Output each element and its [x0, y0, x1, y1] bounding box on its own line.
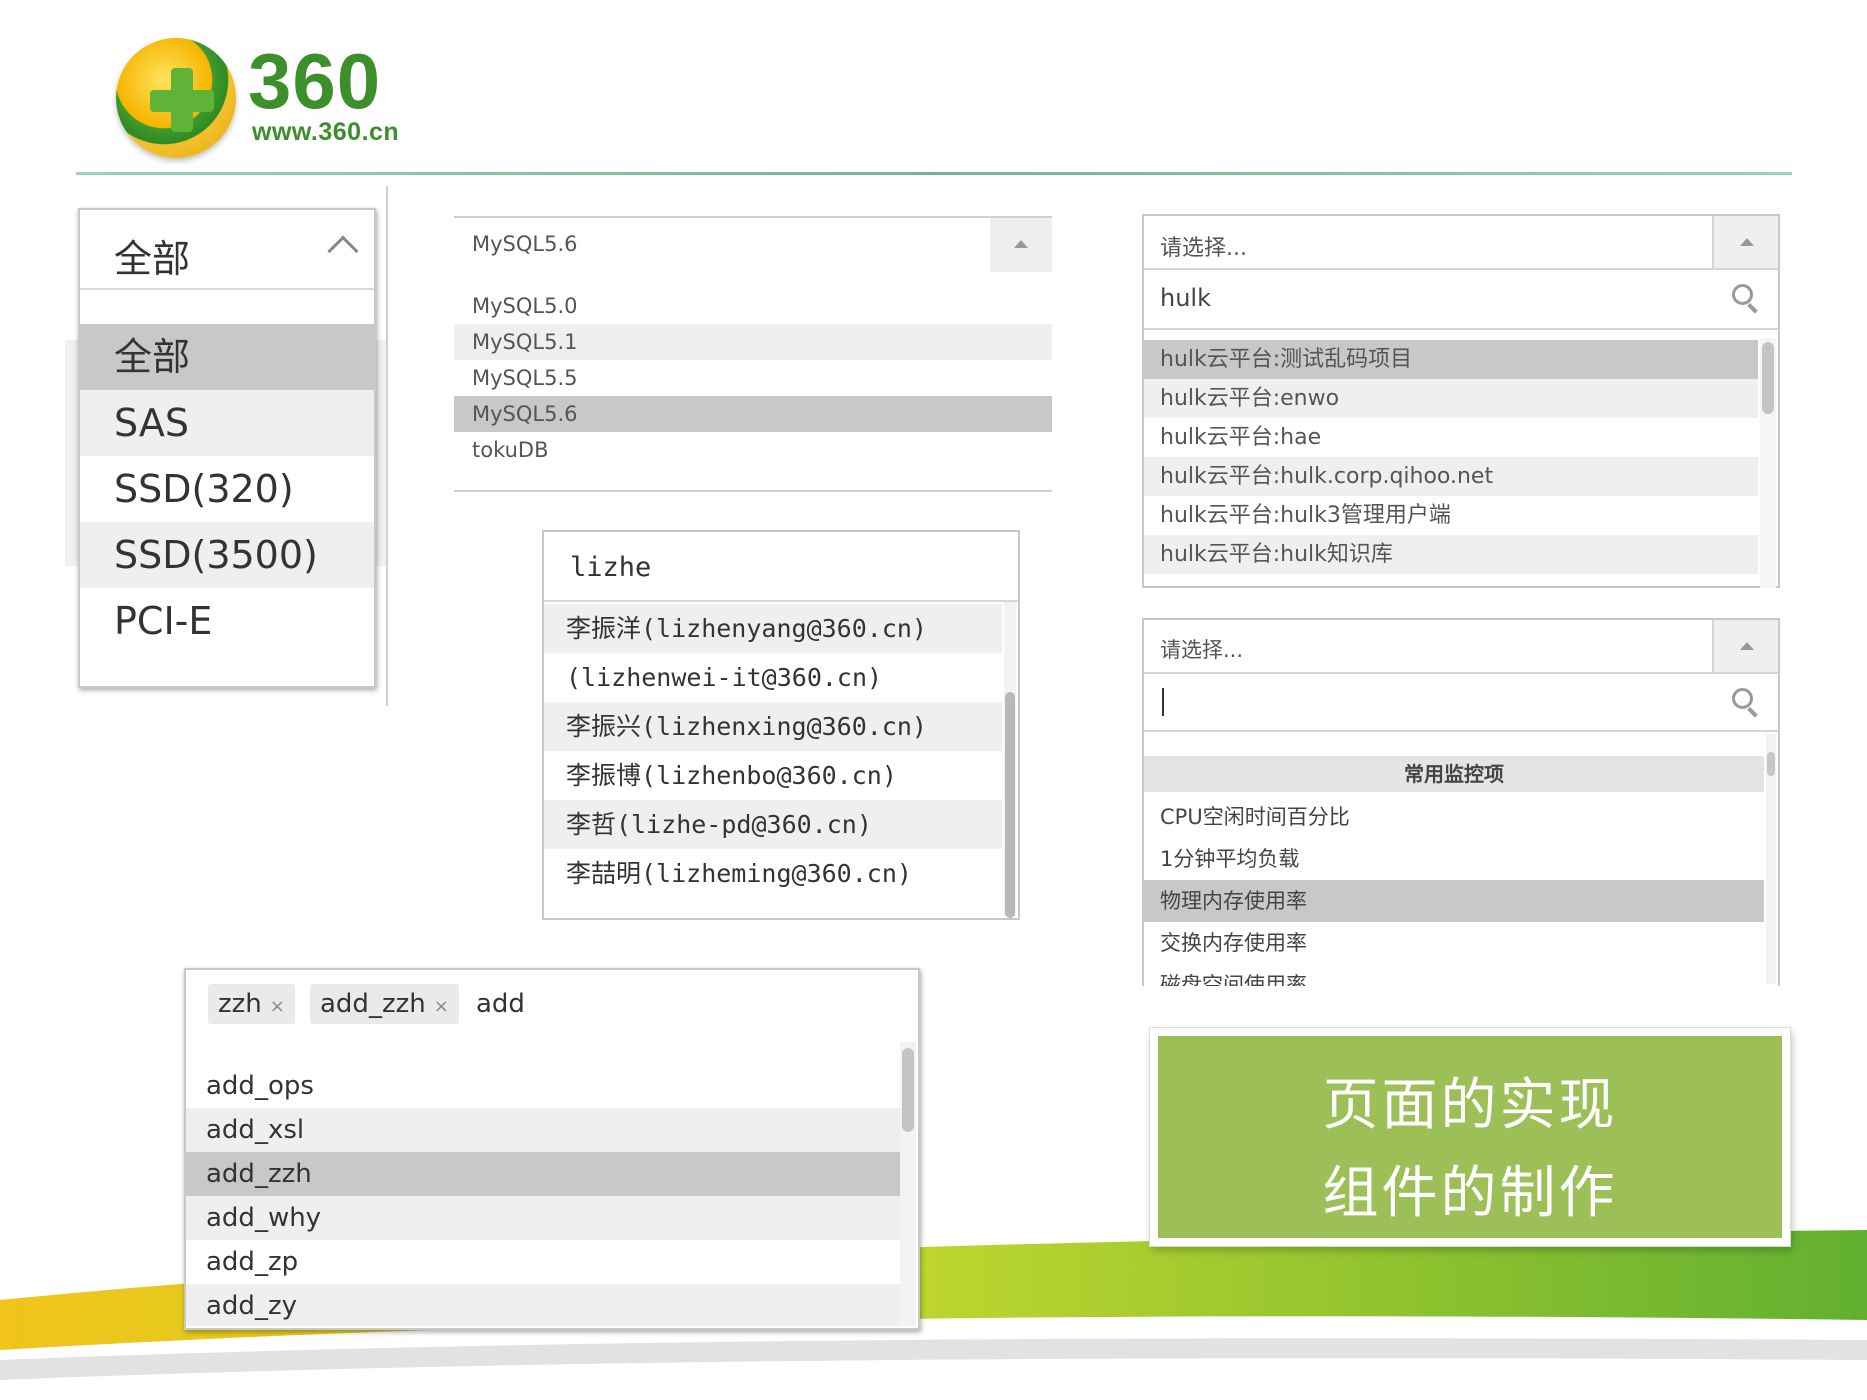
- tag-scrollbar-thumb[interactable]: [902, 1048, 914, 1132]
- user-option[interactable]: 李喆明(lizheming@360.cn): [544, 849, 1002, 898]
- storage-option[interactable]: 全部: [80, 324, 374, 390]
- hulk-option[interactable]: hulk云平台:hae: [1144, 418, 1758, 457]
- background-divider: [386, 186, 388, 706]
- hulk-scrollbar-thumb[interactable]: [1762, 342, 1774, 414]
- text-cursor: [1162, 688, 1164, 716]
- user-option[interactable]: 李振洋(lizhenyang@360.cn): [544, 604, 1002, 653]
- user-option[interactable]: 李哲(lizhe-pd@360.cn): [544, 800, 1002, 849]
- storage-option[interactable]: SAS: [80, 390, 374, 456]
- storage-option[interactable]: PCI-E: [80, 588, 374, 654]
- chevron-up-icon[interactable]: [327, 235, 359, 267]
- close-icon[interactable]: ×: [434, 996, 449, 1017]
- logo-number: 360: [248, 37, 382, 125]
- user-scrollbar-thumb[interactable]: [1005, 692, 1015, 918]
- mysql-option[interactable]: MySQL5.0: [454, 288, 1052, 324]
- monitor-option[interactable]: 物理内存使用率: [1144, 880, 1764, 922]
- user-option[interactable]: 李振博(lizhenbo@360.cn): [544, 751, 1002, 800]
- tag-option[interactable]: add_zzh: [186, 1152, 900, 1196]
- user-option[interactable]: 李振兴(lizhenxing@360.cn): [544, 702, 1002, 751]
- hulk-scrollbar[interactable]: [1760, 338, 1776, 588]
- hulk-search-value: hulk: [1160, 284, 1211, 312]
- title-card: 页面的实现 组件的制作: [1150, 1028, 1790, 1246]
- mysql-select-trigger[interactable]: MySQL5.6: [454, 218, 1052, 272]
- tag-option[interactable]: add_why: [186, 1196, 900, 1240]
- storage-option[interactable]: SSD(320): [80, 456, 374, 522]
- tag-typed-text[interactable]: add: [476, 984, 525, 1024]
- tag-chip[interactable]: add_zzh ×: [310, 984, 459, 1024]
- hulk-option[interactable]: hulk云平台:hulk.corp.qihoo.net: [1144, 457, 1758, 496]
- logo-url: www.360.cn: [252, 118, 400, 146]
- monitor-group-label: 常用监控项: [1144, 756, 1764, 792]
- tag-option[interactable]: add_zy: [186, 1284, 900, 1326]
- hulk-option[interactable]: hulk云平台:hulk知识库: [1144, 535, 1758, 574]
- search-icon: [1732, 284, 1762, 314]
- monitor-option[interactable]: 磁盘空间使用率: [1144, 964, 1764, 986]
- tag-chip[interactable]: zzh ×: [208, 984, 295, 1024]
- tag-label: zzh: [218, 989, 262, 1019]
- triangle-up-icon: [1740, 642, 1754, 650]
- hulk-project-dropdown[interactable]: 请选择... hulk hulk云平台:测试乱码项目 hulk云平台:enwo …: [1142, 214, 1780, 588]
- storage-selected-value: 全部: [114, 237, 191, 281]
- monitor-scrollbar-thumb[interactable]: [1767, 752, 1775, 776]
- triangle-up-icon: [1014, 240, 1028, 248]
- close-icon[interactable]: ×: [270, 996, 285, 1017]
- hulk-option[interactable]: hulk云平台:测试乱码项目: [1144, 340, 1758, 379]
- monitor-option[interactable]: 交换内存使用率: [1144, 922, 1764, 964]
- mysql-option[interactable]: MySQL5.6: [454, 396, 1052, 432]
- mysql-toggle-button[interactable]: [990, 218, 1052, 272]
- monitor-scrollbar[interactable]: [1766, 734, 1776, 984]
- user-scrollbar[interactable]: [1004, 602, 1016, 918]
- monitor-placeholder: 请选择...: [1160, 638, 1244, 662]
- storage-select-trigger[interactable]: 全部: [80, 210, 374, 290]
- header-divider: [76, 172, 1792, 175]
- hulk-placeholder: 请选择...: [1160, 236, 1247, 261]
- mysql-option[interactable]: MySQL5.5: [454, 360, 1052, 396]
- tag-option[interactable]: add_ops: [186, 1064, 900, 1108]
- user-search-dropdown[interactable]: lizhe 李振洋(lizhenyang@360.cn) (lizhenwei-…: [542, 530, 1020, 920]
- tag-label: add_zzh: [320, 989, 426, 1019]
- user-option[interactable]: (lizhenwei-it@360.cn): [544, 653, 1002, 702]
- user-search-value: lizhe: [570, 552, 652, 583]
- hulk-option-list: hulk云平台:测试乱码项目 hulk云平台:enwo hulk云平台:hae …: [1144, 332, 1778, 586]
- triangle-up-icon: [1740, 238, 1754, 246]
- storage-option[interactable]: SSD(3500): [80, 522, 374, 588]
- hulk-option[interactable]: hulk云平台:hulk3管理用户端: [1144, 496, 1758, 535]
- hulk-select-trigger[interactable]: 请选择...: [1144, 216, 1778, 270]
- monitor-select-trigger[interactable]: 请选择...: [1144, 620, 1778, 674]
- mysql-version-dropdown[interactable]: MySQL5.6 MySQL5.0 MySQL5.1 MySQL5.5 MySQ…: [454, 216, 1052, 492]
- mysql-selected-value: MySQL5.6: [472, 232, 578, 256]
- search-icon: [1732, 688, 1762, 718]
- logo-emblem-icon: [116, 38, 236, 158]
- monitor-search-input[interactable]: [1144, 674, 1778, 732]
- user-search-input[interactable]: lizhe: [544, 532, 1018, 602]
- monitor-option[interactable]: CPU空闲时间百分比: [1144, 796, 1764, 838]
- hulk-search-input[interactable]: hulk: [1144, 270, 1778, 330]
- tag-input[interactable]: zzh × add_zzh × add: [186, 970, 918, 1038]
- card-title-line-1: 页面的实现: [1322, 1073, 1618, 1138]
- storage-dropdown[interactable]: 全部 全部 SAS SSD(320) SSD(3500) PCI-E: [78, 208, 376, 688]
- hulk-option[interactable]: hulk云平台:enwo: [1144, 379, 1758, 418]
- 360-logo: 360 www.360.cn: [112, 36, 472, 166]
- mysql-option[interactable]: MySQL5.1: [454, 324, 1052, 360]
- tag-option[interactable]: add_zp: [186, 1240, 900, 1284]
- tag-option[interactable]: add_xsl: [186, 1108, 900, 1152]
- mysql-option[interactable]: tokuDB: [454, 432, 1052, 468]
- tag-select-dropdown[interactable]: zzh × add_zzh × add add_ops add_xsl add_zz…: [184, 968, 920, 1330]
- hulk-toggle-button[interactable]: [1712, 216, 1778, 268]
- monitor-option[interactable]: 1分钟平均负载: [1144, 838, 1764, 880]
- monitor-toggle-button[interactable]: [1712, 620, 1778, 672]
- card-title-line-2: 组件的制作: [1322, 1161, 1618, 1226]
- monitor-item-dropdown[interactable]: 请选择... 常用监控项 CPU空闲时间百分比 1分钟平均负载 物理内存使用率 …: [1142, 618, 1780, 986]
- tag-scrollbar[interactable]: [900, 1042, 916, 1326]
